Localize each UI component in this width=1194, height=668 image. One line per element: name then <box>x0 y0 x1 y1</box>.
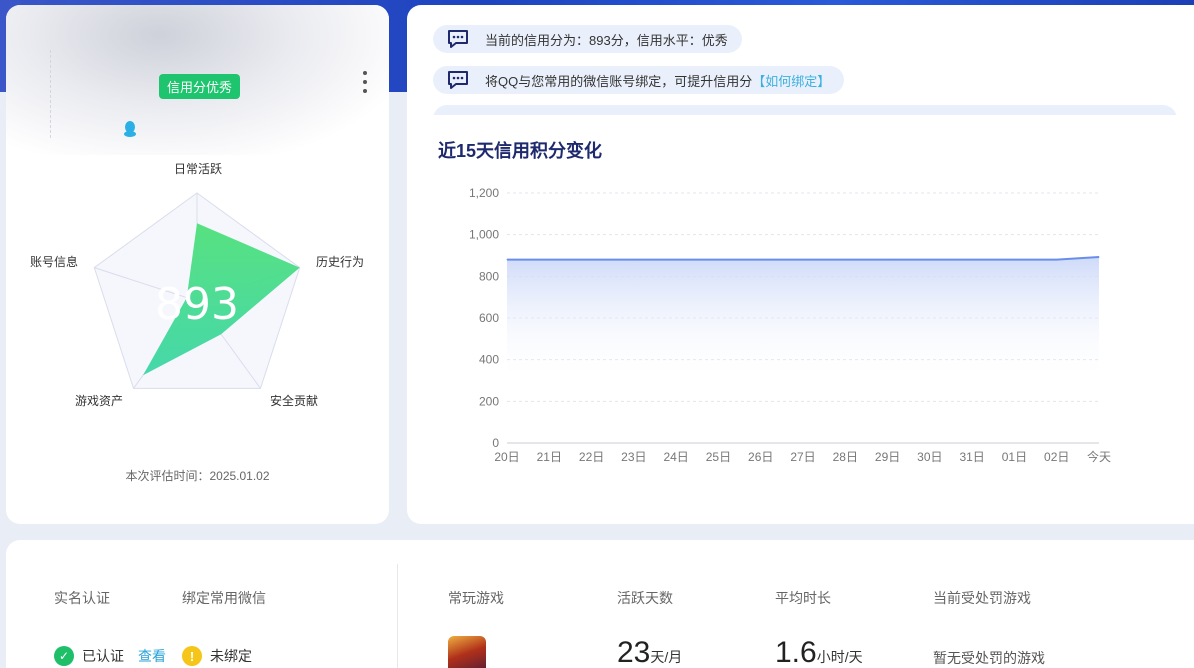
x-tick-label: 28日 <box>833 450 858 464</box>
trend-point <box>548 259 550 261</box>
wechat-status-text: 未绑定 <box>210 648 252 664</box>
account-status-card: 实名认证 绑定常用微信 常玩游戏 活跃天数 平均时长 当前受处罚游戏 ✓ 已认证… <box>6 540 1194 668</box>
credit-level-badge: 信用分优秀 <box>159 74 241 99</box>
penalty-header: 当前受处罚游戏 <box>933 590 1031 606</box>
credit-radar-chart: 893 <box>93 192 301 389</box>
trend-point <box>1098 256 1100 258</box>
x-tick-label: 26日 <box>748 450 773 464</box>
x-tick-label: 02日 <box>1044 450 1069 464</box>
x-tick-label: 24日 <box>663 450 688 464</box>
x-tick-label: 01日 <box>1002 450 1027 464</box>
notice-text: 当前的信用分为：893分，信用水平：优秀 <box>485 32 728 48</box>
x-tick-label: 27日 <box>790 450 815 464</box>
radar-label-daily-activity: 日常活跃 <box>174 162 223 176</box>
trend-point <box>633 259 635 261</box>
x-tick-label: 25日 <box>706 450 731 464</box>
x-tick-label: 30日 <box>917 450 942 464</box>
games-header: 常玩游戏 <box>448 590 504 606</box>
check-icon: ✓ <box>54 646 74 666</box>
trend-point <box>971 259 973 261</box>
realname-header: 实名认证 <box>54 590 110 606</box>
trend-point <box>591 259 593 261</box>
how-to-bind-link[interactable]: 【如何绑定】 <box>752 71 830 90</box>
wechat-status: ! 未绑定 <box>182 646 252 666</box>
x-tick-label: 今天 <box>1087 449 1111 464</box>
trend-point <box>929 259 931 261</box>
game-thumbnail[interactable] <box>448 636 486 668</box>
trend-point <box>760 259 762 261</box>
avg-time-header: 平均时长 <box>775 590 831 606</box>
more-options-icon[interactable] <box>360 71 370 93</box>
trend-point <box>844 259 846 261</box>
avg-time-unit: 小时/天 <box>816 649 863 665</box>
realname-status: ✓ 已认证 查看 <box>54 646 166 666</box>
realname-status-text: 已认证 <box>82 648 124 664</box>
y-tick-label: 1,000 <box>469 228 499 242</box>
active-days-unit: 天/月 <box>650 649 683 665</box>
trend-point <box>717 259 719 261</box>
no-penalty-text: 暂无受处罚的游戏 <box>933 650 1045 666</box>
active-days-header: 活跃天数 <box>617 590 673 606</box>
trend-point <box>506 259 508 261</box>
avg-time-value: 1.6小时/天 <box>775 636 863 668</box>
message-icon <box>448 71 468 89</box>
qq-icon <box>124 121 136 137</box>
active-days-number: 23 <box>617 636 651 668</box>
warning-icon: ! <box>182 646 202 666</box>
radar-label-game-assets: 游戏资产 <box>75 394 124 408</box>
y-tick-label: 0 <box>492 436 499 450</box>
notice-bind-wechat: 将QQ与您常用的微信账号绑定，可提升信用分 【如何绑定】 <box>433 66 845 94</box>
y-tick-label: 1,200 <box>469 186 499 200</box>
radar-label-account-info: 账号信息 <box>30 255 79 269</box>
trend-point <box>887 259 889 261</box>
trend-area <box>507 256 1099 383</box>
x-tick-label: 31日 <box>959 450 984 464</box>
x-tick-label: 22日 <box>579 450 604 464</box>
notice-text: 将QQ与您常用的微信账号绑定，可提升信用分 <box>485 73 753 89</box>
x-tick-label: 29日 <box>875 450 900 464</box>
view-realname-link[interactable]: 查看 <box>138 646 166 666</box>
trend-point <box>802 259 804 261</box>
y-tick-label: 800 <box>479 269 499 283</box>
x-tick-label: 20日 <box>494 450 519 464</box>
trend-point <box>675 259 677 261</box>
notice-partial <box>433 105 1177 115</box>
trend-point <box>1056 259 1058 261</box>
divider <box>397 564 398 668</box>
credit-score-value: 893 <box>155 279 239 330</box>
y-tick-label: 600 <box>479 311 499 325</box>
active-days-value: 23天/月 <box>617 636 682 668</box>
wechat-header: 绑定常用微信 <box>182 590 266 606</box>
chart-title: 近15天信用积分变化 <box>438 141 603 161</box>
x-tick-label: 21日 <box>537 450 562 464</box>
credit-trend-chart: 0 200 400 600 800 1,000 1,200 20日 21日 22日 23日 24日 25… <box>469 186 1111 464</box>
y-tick-label: 400 <box>479 353 499 367</box>
credit-profile-card: 信用分优秀 893 日常活跃 历史行为 安全贡献 游戏资产 账号信息 本次评估时… <box>6 5 389 524</box>
credit-trend-card: 当前的信用分为：893分，信用水平：优秀 将QQ与您常用的微信账号绑定，可提升信… <box>407 5 1194 524</box>
notice-current-score: 当前的信用分为：893分，信用水平：优秀 <box>433 25 742 53</box>
y-tick-label: 200 <box>479 394 499 408</box>
avg-time-number: 1.6 <box>775 636 817 668</box>
message-icon <box>448 30 468 48</box>
evaluation-time: 本次评估时间：2025.01.02 <box>125 469 270 483</box>
x-tick-label: 23日 <box>621 450 646 464</box>
radar-label-security-contribution: 安全贡献 <box>270 394 319 408</box>
radar-label-history-behavior: 历史行为 <box>316 255 365 269</box>
trend-point <box>1013 259 1015 261</box>
